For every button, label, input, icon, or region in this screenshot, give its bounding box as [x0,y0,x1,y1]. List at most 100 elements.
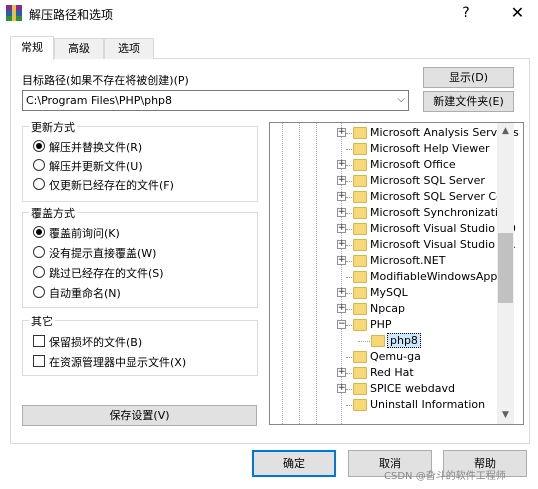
folder-icon [353,239,367,251]
dest-path-value: C:\Program Files\PHP\php8 [26,94,173,107]
dest-path-label: 目标路径(如果不存在将被创建)(P) [22,74,189,87]
show-button-label: 显示(D) [448,71,489,84]
tree-item[interactable]: + Microsoft.NET [270,253,523,269]
tree-item[interactable]: + Microsoft Office [270,157,523,173]
expand-icon[interactable]: + [337,368,346,377]
new-folder-button-label: 新建文件夹(E) [433,95,504,108]
expand-icon[interactable]: + [337,288,346,297]
folder-icon [353,255,367,267]
tree-item[interactable]: + Microsoft Visual Studio 9.0 [270,221,523,237]
scroll-thumb[interactable] [498,233,513,303]
window-title: 解压路径和选项 [29,8,114,22]
folder-icon [353,303,367,315]
tree-item[interactable]: + Microsoft SQL Server [270,173,523,189]
folder-icon [353,143,367,155]
chevron-down-icon[interactable]: ⌵ [397,94,405,105]
folder-icon [353,351,367,363]
tree-item[interactable]: + Microsoft Visual Studio 10. [270,237,523,253]
expand-icon[interactable]: + [337,192,346,201]
tree-item-label: Uninstall Information [370,398,486,411]
checkbox-show-in-explorer-label[interactable]: 在资源管理器中显示文件(X) [49,354,186,370]
radio-extract-replace[interactable] [33,140,45,152]
ok-button-label: 确定 [283,457,305,470]
radio-overwrite-no-prompt-label[interactable]: 没有提示直接覆盖(W) [49,245,156,261]
tree-item-label: ModifiableWindowsApps [370,270,504,283]
checkbox-keep-broken-label[interactable]: 保留损坏的文件(B) [49,334,142,350]
tree-item[interactable]: Qemu-ga [270,349,523,365]
tree-item[interactable]: + Microsoft SQL Server Com [270,189,523,205]
tab-general[interactable]: 常规 [10,36,54,60]
tree-item-label: php8 [387,333,421,348]
tree-item-label: Microsoft Office [370,158,456,171]
tab-general-label: 常规 [21,41,43,54]
expand-icon[interactable]: + [337,224,346,233]
radio-ask-before-overwrite-label[interactable]: 覆盖前询问(K) [49,225,120,241]
tree-item[interactable]: − PHP [270,317,523,333]
tree-item-label: MySQL [370,286,408,299]
checkbox-show-in-explorer[interactable] [33,355,45,367]
tree-item[interactable]: + Microsoft Analysis Services [270,125,523,141]
tree-item-label: Microsoft Synchronization [370,206,512,219]
radio-skip-existing-label[interactable]: 跳过已经存在的文件(S) [49,265,164,281]
tab-options[interactable]: 选项 [104,38,154,59]
folder-tree[interactable]: + Microsoft Analysis Services Microsoft He… [269,122,524,425]
tree-item[interactable]: Microsoft Help Viewer [270,141,523,157]
expand-icon[interactable]: + [337,128,346,137]
folder-icon [353,399,367,411]
expand-icon[interactable]: + [337,304,346,313]
tree-item[interactable]: ModifiableWindowsApps [270,269,523,285]
misc-title: 其它 [29,313,55,329]
expand-icon[interactable]: + [337,240,346,249]
folder-icon [353,223,367,235]
tree-item[interactable]: Uninstall Information [270,397,523,413]
tab-advanced[interactable]: 高级 [54,38,104,59]
scroll-up-arrow-icon[interactable]: ▲ [497,123,514,140]
dest-path-combobox[interactable]: C:\Program Files\PHP\php8 ⌵ [22,90,409,111]
tree-item-selected[interactable]: php8 [270,333,523,349]
tree-item[interactable]: + MySQL [270,285,523,301]
radio-extract-update-label[interactable]: 解压并更新文件(U) [49,158,143,174]
tree-item-label: PHP [370,318,392,331]
new-folder-button[interactable]: 新建文件夹(E) [423,91,514,112]
radio-ask-before-overwrite[interactable] [33,226,45,238]
expand-icon[interactable]: + [337,176,346,185]
tree-item[interactable]: + Microsoft Synchronization [270,205,523,221]
tree-item-label: Qemu-ga [370,350,421,363]
show-button[interactable]: 显示(D) [423,67,514,88]
expand-icon[interactable]: + [337,208,346,217]
save-settings-button[interactable]: 保存设置(V) [22,405,257,426]
folder-icon [353,207,367,219]
ok-button[interactable]: 确定 [252,450,336,477]
help-icon[interactable]: ? [456,3,476,23]
folder-icon [371,335,385,347]
tree-scrollbar[interactable]: ▲ ▼ [497,123,514,424]
tree-item-label: Microsoft SQL Server Com [370,190,514,203]
winrar-app-icon [6,5,22,21]
expand-icon[interactable]: + [337,160,346,169]
checkbox-keep-broken[interactable] [33,335,45,347]
expand-icon[interactable]: + [337,384,346,393]
collapse-icon[interactable]: − [337,320,346,329]
radio-skip-existing[interactable] [33,266,45,278]
radio-extract-update[interactable] [33,159,45,171]
radio-extract-replace-label[interactable]: 解压并替换文件(R) [49,139,142,155]
tab-options-label: 选项 [118,42,140,55]
tree-item-label: Microsoft SQL Server [370,174,485,187]
title-bar: 解压路径和选项 ? ✕ [0,0,538,28]
radio-auto-rename-label[interactable]: 自动重命名(N) [49,285,121,301]
folder-icon [353,175,367,187]
tree-item[interactable]: + Npcap [270,301,523,317]
update-mode-title: 更新方式 [29,119,77,135]
close-icon[interactable]: ✕ [497,0,538,26]
save-settings-button-label: 保存设置(V) [109,409,170,422]
radio-update-existing-label[interactable]: 仅更新已经存在的文件(F) [49,177,174,193]
tree-item-label: Npcap [370,302,405,315]
tree-item-label: Microsoft Visual Studio 10. [370,238,516,251]
tree-item[interactable]: + Red Hat [270,365,523,381]
scroll-down-arrow-icon[interactable]: ▼ [497,407,514,424]
radio-update-existing[interactable] [33,178,45,190]
radio-overwrite-no-prompt[interactable] [33,246,45,258]
radio-auto-rename[interactable] [33,286,45,298]
tree-item[interactable]: + SPICE webdavd [270,381,523,397]
expand-icon[interactable]: + [337,256,346,265]
